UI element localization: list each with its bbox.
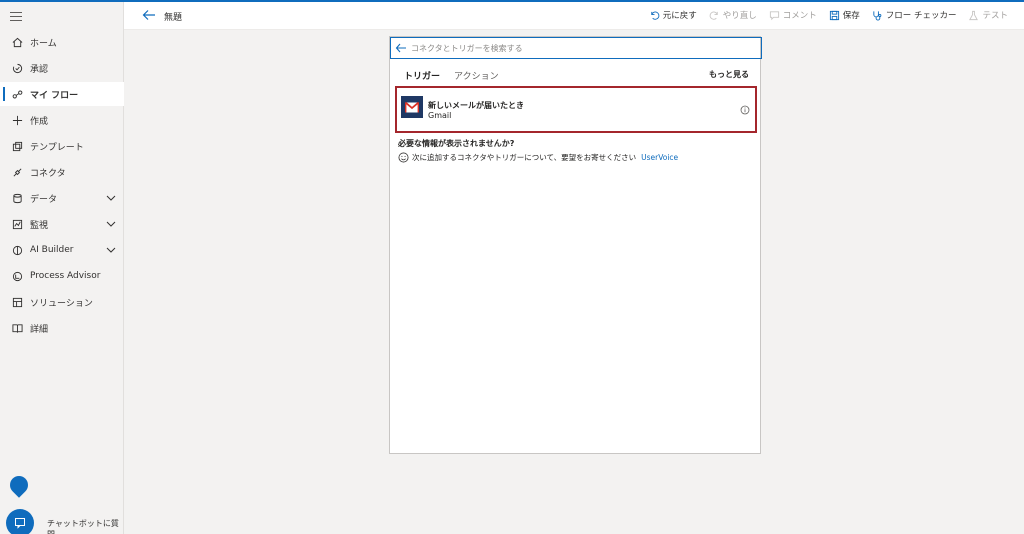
flow-checker-label: フロー チェッカー (885, 11, 957, 21)
database-icon (10, 191, 24, 205)
trigger-connector: Gmail (428, 111, 452, 120)
save-label: 保存 (842, 11, 860, 21)
stethoscope-icon (873, 10, 882, 21)
nav-item-label: テンプレート (30, 142, 84, 153)
comment-button[interactable]: コメント (769, 9, 817, 21)
help-text: 次に追加するコネクタやトリガーについて、要望をお寄せください (412, 153, 637, 162)
nav-item-connectors[interactable]: コネクタ (0, 160, 124, 184)
nav-item-label: 監視 (30, 220, 49, 231)
nav-item-process-advisor[interactable]: Process Advisor (0, 264, 124, 288)
nav-item-templates[interactable]: テンプレート (0, 134, 124, 158)
nav-item-label: ソリューション (30, 298, 93, 309)
nav-item-monitor[interactable]: 監視 (0, 212, 124, 236)
toolbar: 元に戻す やり直し コメント 保存 フロー チェッカー テスト (649, 9, 1008, 21)
back-arrow-icon[interactable] (142, 9, 156, 21)
comment-label: コメント (782, 11, 817, 21)
nav-item-label: 詳細 (30, 324, 49, 335)
book-icon (10, 321, 24, 335)
chat-icon (15, 518, 25, 529)
comment-icon (769, 10, 779, 20)
chatbot-label[interactable]: チャットボットに質問 (47, 518, 123, 534)
connector-search-box (390, 37, 762, 59)
flow-icon (10, 87, 24, 101)
chatbot-notification-icon[interactable] (6, 472, 32, 498)
help-row: 次に追加するコネクタやトリガーについて、要望をお寄せください UserVoice (398, 152, 678, 163)
test-label: テスト (982, 11, 1008, 21)
redo-label: やり直し (722, 11, 757, 21)
see-more-link[interactable]: もっと見る (709, 69, 749, 80)
flask-icon (969, 10, 979, 20)
nav-item-label: AI Builder (30, 245, 74, 255)
template-icon (10, 139, 24, 153)
info-icon[interactable] (740, 105, 750, 115)
chevron-down-icon[interactable] (106, 219, 116, 229)
nav-item-solutions[interactable]: ソリューション (0, 290, 124, 314)
process-advisor-icon (10, 269, 24, 283)
chevron-down-icon[interactable] (106, 193, 116, 203)
save-button[interactable]: 保存 (829, 9, 860, 21)
nav-item-create[interactable]: 作成 (0, 108, 124, 132)
tab-triggers[interactable]: トリガー (404, 69, 440, 82)
connector-icon (10, 165, 24, 179)
nav-item-label: ホーム (30, 38, 57, 49)
nav-item-label: 承認 (30, 64, 49, 75)
undo-button[interactable]: 元に戻す (649, 9, 697, 21)
back-arrow-icon[interactable] (395, 43, 407, 53)
tab-actions[interactable]: アクション (454, 69, 499, 82)
nav-item-approvals[interactable]: 承認 (0, 56, 124, 80)
undo-label: 元に戻す (662, 11, 697, 21)
nav-item-ai-builder[interactable]: AI Builder (0, 238, 124, 262)
nav-item-label: 作成 (30, 116, 49, 127)
nav-item-data[interactable]: データ (0, 186, 124, 210)
save-icon (829, 10, 839, 20)
flow-checker-button[interactable]: フロー チェッカー (872, 9, 957, 21)
trigger-item-gmail-new-email[interactable]: 新しいメールが届いたとき Gmail (395, 86, 757, 133)
nav-item-label: Process Advisor (30, 271, 101, 281)
approvals-icon (10, 61, 24, 75)
hamburger-menu-icon[interactable] (10, 12, 22, 22)
test-button[interactable]: テスト (968, 9, 1008, 21)
monitor-icon (10, 217, 24, 231)
flow-title[interactable]: 無題 (164, 10, 182, 23)
solution-icon (10, 295, 24, 309)
nav-item-label: マイ フロー (30, 90, 79, 101)
nav-item-label: コネクタ (30, 168, 66, 179)
gmail-icon (401, 96, 423, 118)
nav-item-my-flows[interactable]: マイ フロー (0, 82, 124, 106)
undo-icon (651, 11, 660, 20)
add-trigger-panel: トリガー アクション もっと見る 新しいメールが届いたとき Gmail 必要な情… (389, 36, 762, 454)
ai-builder-icon (10, 243, 24, 257)
trigger-name: 新しいメールが届いたとき (428, 101, 524, 110)
redo-icon (709, 11, 718, 20)
nav-item-learn[interactable]: 詳細 (0, 316, 124, 340)
chevron-down-icon[interactable] (106, 245, 116, 255)
nav-item-label: データ (30, 194, 58, 205)
panel-tabs: トリガー アクション (404, 69, 499, 82)
smiley-icon (398, 152, 409, 163)
designer-header: 無題 元に戻す やり直し コメント 保存 フロー チェッカー テスト (124, 2, 1024, 30)
plus-icon (10, 113, 24, 127)
help-title: 必要な情報が表示されませんか? (398, 139, 515, 148)
search-input[interactable] (411, 43, 741, 53)
redo-button[interactable]: やり直し (709, 9, 757, 21)
left-navigation: ホーム 承認 マイ フロー 作成 テンプレート コネクタ データ 監視 AI B… (0, 2, 124, 534)
uservoice-link[interactable]: UserVoice (641, 153, 678, 162)
nav-item-home[interactable]: ホーム (0, 30, 124, 54)
home-icon (10, 35, 24, 49)
chatbot-button[interactable] (6, 509, 34, 534)
